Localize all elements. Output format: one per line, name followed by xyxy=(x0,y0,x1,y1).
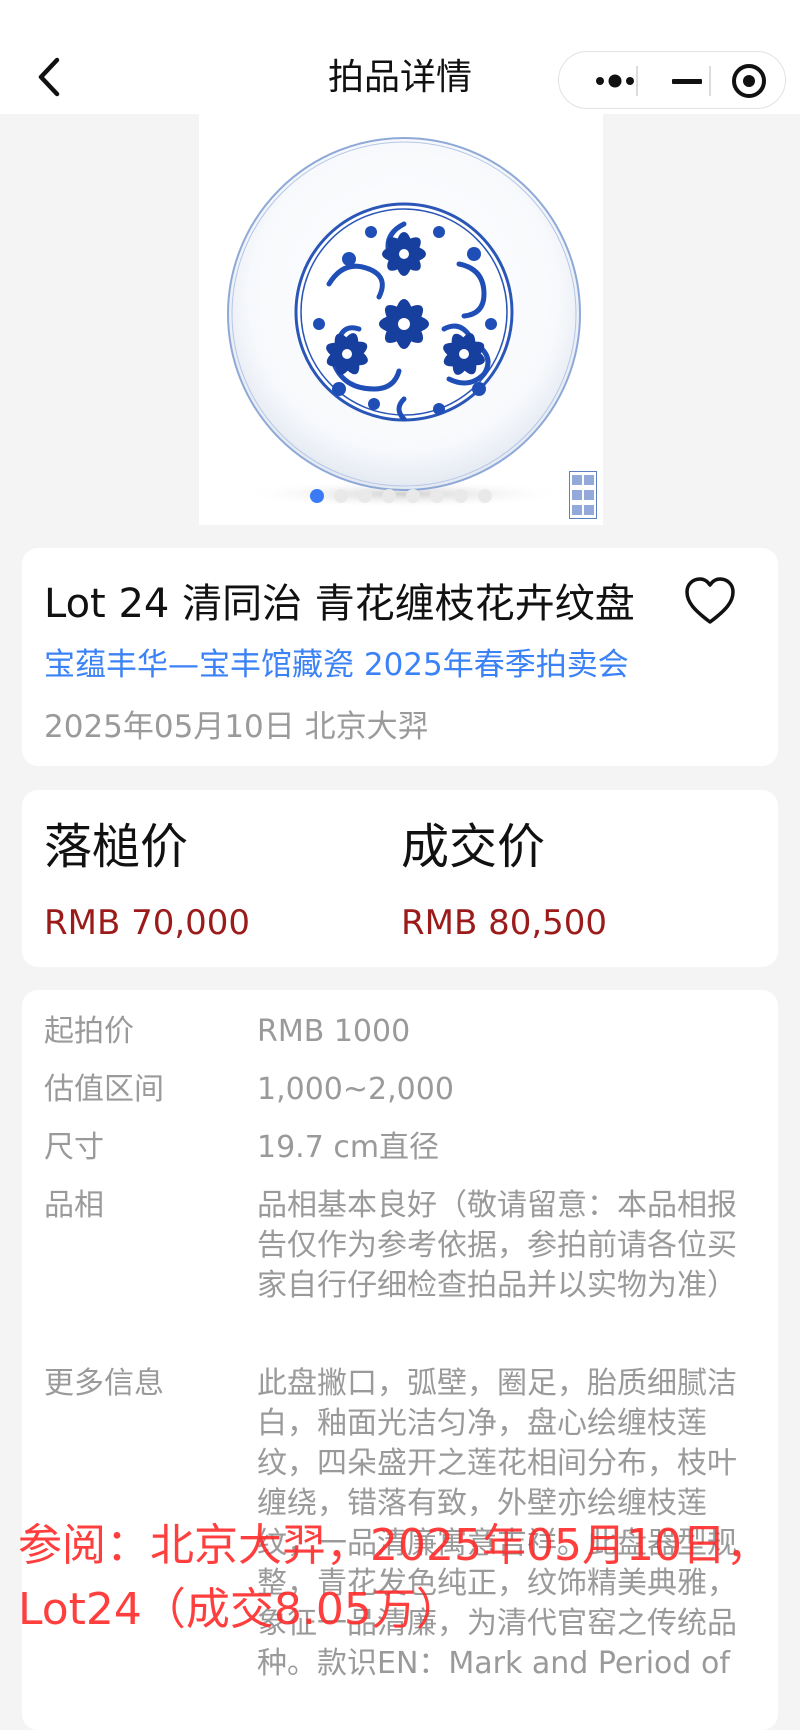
carousel-dot[interactable] xyxy=(478,489,492,503)
heart-icon xyxy=(685,577,735,624)
detail-value: 1,000~2,000 xyxy=(257,1072,454,1107)
detail-value: 19.7 cm直径 xyxy=(257,1130,440,1165)
detail-key: 估值区间 xyxy=(44,1072,164,1107)
detail-key: 起拍价 xyxy=(44,1014,134,1049)
carousel-dot[interactable] xyxy=(310,489,324,503)
hammer-price-value: RMB 70,000 xyxy=(44,903,251,943)
carousel-dot[interactable] xyxy=(454,489,468,503)
carousel-dot[interactable] xyxy=(358,489,372,503)
carousel-dot[interactable] xyxy=(430,489,444,503)
target-close-icon xyxy=(732,64,766,98)
capsule-divider xyxy=(709,66,711,96)
reference-watermark: 参阅：北京大羿，2025年05月10日，Lot24（成交8.05万） xyxy=(18,1520,770,1635)
favorite-button[interactable] xyxy=(682,574,738,630)
more-dots-icon xyxy=(596,74,634,88)
lot-info-card: Lot 24 清同治 青花缠枝花卉纹盘 宝蕴丰华—宝丰馆藏瓷 2025年春季拍卖… xyxy=(22,548,778,766)
minimize-icon xyxy=(672,79,702,84)
final-price-label: 成交价 xyxy=(401,819,546,875)
lot-title: Lot 24 清同治 青花缠枝花卉纹盘 xyxy=(44,581,635,627)
detail-key: 品相 xyxy=(44,1188,104,1223)
detail-value: RMB 1000 xyxy=(257,1014,411,1049)
plate-image xyxy=(227,137,581,508)
lot-image-carousel[interactable] xyxy=(199,114,603,525)
minimize-button[interactable] xyxy=(657,61,717,101)
detail-key: 尺寸 xyxy=(44,1130,104,1165)
auction-date-place: 2025年05月10日 北京大羿 xyxy=(44,709,429,745)
nav-bar: 拍品详情 xyxy=(0,0,800,114)
price-card: 落槌价 RMB 70,000 成交价 RMB 80,500 xyxy=(22,790,778,967)
carousel-dot[interactable] xyxy=(382,489,396,503)
mini-program-capsule xyxy=(558,51,786,109)
carousel-dot[interactable] xyxy=(334,489,348,503)
carousel-dot[interactable] xyxy=(406,489,420,503)
detail-value: 品相基本良好（敬请留意：本品相报告仅作为参考依据，参拍前请各位买家自行仔细检查拍… xyxy=(257,1188,737,1303)
carousel-indicator xyxy=(199,489,603,503)
capsule-divider xyxy=(636,66,638,96)
detail-key: 更多信息 xyxy=(44,1366,164,1401)
final-price-value: RMB 80,500 xyxy=(401,903,608,943)
auction-link[interactable]: 宝蕴丰华—宝丰馆藏瓷 2025年春季拍卖会 xyxy=(44,642,629,688)
close-button[interactable] xyxy=(719,61,779,101)
hammer-price-label: 落槌价 xyxy=(44,819,189,875)
